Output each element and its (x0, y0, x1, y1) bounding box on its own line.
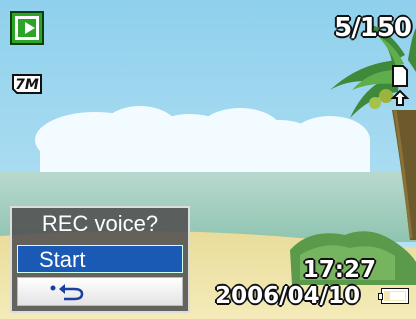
start-option[interactable]: Start (17, 245, 183, 273)
back-option[interactable] (17, 277, 183, 306)
image-counter: 5/150 (334, 13, 412, 43)
resolution-label: 7M (15, 77, 39, 93)
back-arrow-icon (50, 284, 84, 301)
playback-mode-icon (10, 11, 44, 45)
dialog-title: REC voice? (41, 211, 159, 236)
battery-icon (379, 289, 408, 303)
resolution-icon: 7M (12, 74, 42, 94)
memory-card-icon (390, 65, 410, 106)
start-label: Start (39, 247, 86, 272)
time-display: 17:27 (302, 257, 376, 283)
date-display: 2006/04/10 (215, 283, 360, 309)
rec-voice-dialog: REC voice? Start (10, 206, 190, 313)
